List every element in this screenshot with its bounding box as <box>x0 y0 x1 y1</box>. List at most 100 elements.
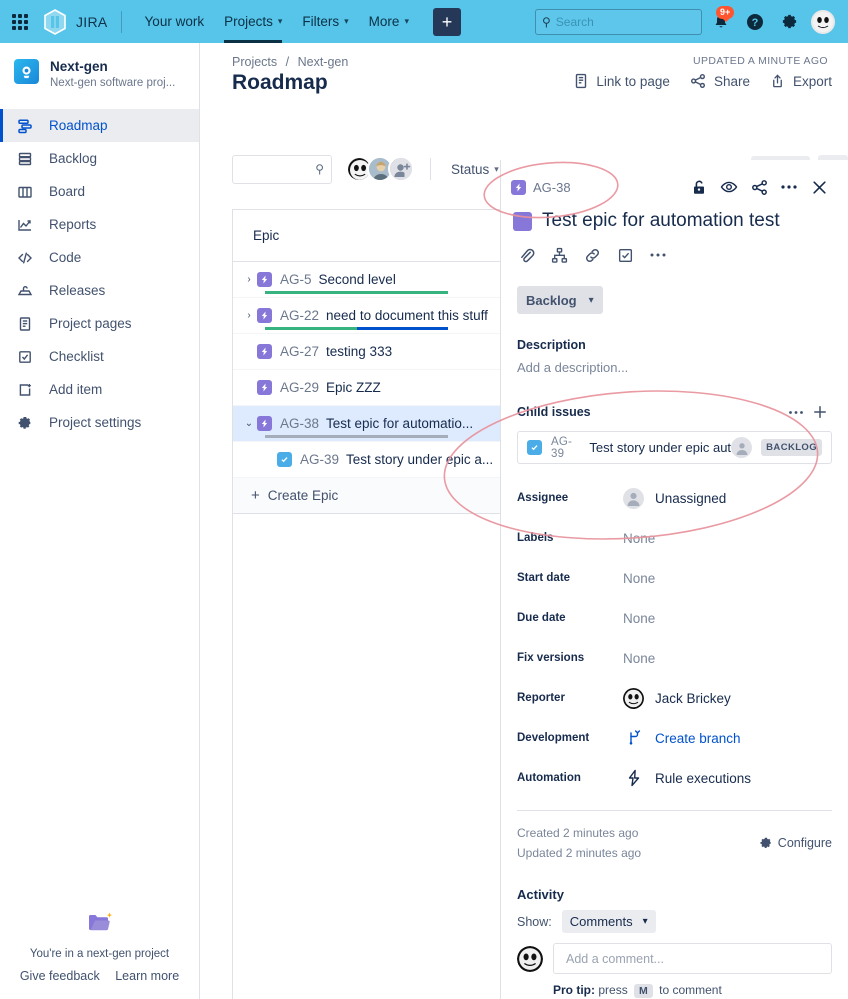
detail-issue-title[interactable]: Test epic for automation test <box>542 208 780 234</box>
field-value[interactable]: None <box>623 651 655 666</box>
child-issue-status[interactable]: BACKLOG <box>761 439 822 456</box>
nav-item-projects[interactable]: Projects ▾ <box>214 0 292 43</box>
close-icon[interactable] <box>804 174 834 200</box>
sidebar-item-add-item[interactable]: Add item <box>0 373 199 406</box>
comment-input[interactable] <box>566 951 819 966</box>
sidebar-item-project-settings[interactable]: Project settings <box>0 406 199 439</box>
child-issues-label: Child issues <box>517 405 591 419</box>
field-label: Start date <box>517 572 571 584</box>
status-filter-button[interactable]: Status ▾ <box>443 157 507 182</box>
breadcrumb-projects[interactable]: Projects <box>232 55 277 69</box>
watch-eye-icon[interactable] <box>714 174 744 200</box>
settings-button[interactable] <box>774 7 804 37</box>
chevron-down-icon: ▾ <box>344 16 349 26</box>
jira-logo-icon[interactable] <box>43 8 67 35</box>
child-issue-row[interactable]: AG-39 Test story under epic auto... BACK… <box>517 431 832 464</box>
learn-more-link[interactable]: Learn more <box>115 969 179 983</box>
issue-key: AG-29 <box>280 380 320 395</box>
configure-label: Configure <box>777 836 832 850</box>
field-value[interactable]: Jack Brickey <box>623 687 731 709</box>
global-search[interactable]: ⚲ <box>535 8 702 35</box>
link-to-page-button[interactable]: Link to page <box>574 73 670 89</box>
notifications-button[interactable]: 9+ <box>706 5 736 37</box>
action-label: Export <box>792 73 832 89</box>
epic-type-icon <box>257 416 272 431</box>
sidebar-item-board[interactable]: Board <box>0 175 199 208</box>
checklist-icon[interactable] <box>611 242 639 268</box>
link-icon[interactable] <box>578 242 606 268</box>
child-issue-key: AG-39 <box>551 435 573 460</box>
comment-input-wrapper[interactable] <box>553 943 832 974</box>
child-issue-icon[interactable] <box>545 242 573 268</box>
search-input[interactable] <box>555 14 695 29</box>
sidebar-item-label: Releases <box>49 283 106 298</box>
share-icon[interactable] <box>744 174 774 200</box>
roadmap-icon <box>15 118 35 134</box>
field-start-date: Start date None <box>501 558 848 598</box>
epic-type-icon <box>257 272 272 287</box>
product-name[interactable]: JIRA <box>76 14 108 30</box>
profile-avatar[interactable] <box>808 7 838 37</box>
unassigned-avatar[interactable] <box>731 437 753 458</box>
expand-chevron-icon[interactable]: › <box>241 274 257 285</box>
roadmap-search[interactable]: ⚲ <box>232 154 332 184</box>
sidebar-item-roadmap[interactable]: Roadmap <box>0 109 199 142</box>
help-button[interactable]: ? <box>740 7 770 37</box>
page-icon <box>574 73 588 89</box>
collapse-chevron-icon[interactable]: ⌄ <box>241 418 257 429</box>
sidebar-item-code[interactable]: Code <box>0 241 199 274</box>
field-value[interactable]: None <box>623 611 655 626</box>
roadmap-search-input[interactable] <box>240 162 316 176</box>
add-people-button[interactable] <box>388 156 414 182</box>
pages-icon <box>15 316 35 332</box>
nav-item-more[interactable]: More ▾ <box>359 0 419 43</box>
export-button[interactable]: Export <box>770 73 832 89</box>
nav-item-filters[interactable]: Filters ▾ <box>292 0 358 43</box>
sidebar-item-project-pages[interactable]: Project pages <box>0 307 199 340</box>
field-label: Labels <box>517 532 554 544</box>
status-dropdown[interactable]: Backlog ▾ <box>517 286 603 314</box>
detail-issue-key[interactable]: AG-38 <box>533 180 571 195</box>
nav-item-your-work[interactable]: Your work <box>135 0 215 43</box>
sidebar-item-checklist[interactable]: Checklist <box>0 340 199 373</box>
apps-grid-icon[interactable] <box>12 13 28 30</box>
more-icon[interactable] <box>644 242 672 268</box>
sidebar-item-reports[interactable]: Reports <box>0 208 199 241</box>
give-feedback-link[interactable]: Give feedback <box>20 969 100 983</box>
field-due-date: Due date None <box>501 598 848 638</box>
field-value[interactable]: None <box>623 531 655 546</box>
sidebar-item-label: Backlog <box>49 151 98 166</box>
expand-chevron-icon[interactable]: › <box>241 310 257 321</box>
field-value[interactable]: Create branch <box>623 730 741 746</box>
sidebar-item-label: Reports <box>49 217 97 232</box>
progress-bar <box>265 291 448 294</box>
epic-color-swatch[interactable] <box>513 212 532 231</box>
chevron-down-icon: ▾ <box>404 16 409 26</box>
sidebar-item-backlog[interactable]: Backlog <box>0 142 199 175</box>
nav-divider <box>120 10 122 33</box>
child-issues-more-icon[interactable] <box>784 401 808 423</box>
add-child-issue-icon[interactable] <box>808 401 832 423</box>
board-icon <box>15 184 35 200</box>
action-label: Share <box>713 73 750 89</box>
field-value[interactable]: Unassigned <box>623 487 726 509</box>
more-actions-icon[interactable] <box>774 174 804 200</box>
project-header[interactable]: Next-gen Next-gen software proj... <box>0 43 199 103</box>
breadcrumb-next-gen[interactable]: Next-gen <box>298 55 349 69</box>
create-button[interactable]: + <box>432 7 461 36</box>
rule-executions-link: Rule executions <box>655 770 752 786</box>
field-label: Reporter <box>517 692 565 704</box>
sidebar-item-releases[interactable]: Releases <box>0 274 199 307</box>
attach-icon[interactable] <box>512 242 540 268</box>
unassigned-avatar <box>623 487 644 509</box>
unlock-icon[interactable] <box>684 174 714 200</box>
nav-label: Projects <box>224 14 273 29</box>
field-value[interactable]: None <box>623 571 655 586</box>
activity-filter-dropdown[interactable]: Comments ▾ <box>561 910 656 933</box>
share-button[interactable]: Share <box>690 73 750 89</box>
field-value[interactable]: Rule executions <box>623 769 751 787</box>
releases-icon <box>15 283 35 299</box>
field-reporter: Reporter Jack Brickey <box>501 678 848 718</box>
configure-button[interactable]: Configure <box>759 823 832 863</box>
description-placeholder[interactable]: Add a description... <box>517 360 832 375</box>
